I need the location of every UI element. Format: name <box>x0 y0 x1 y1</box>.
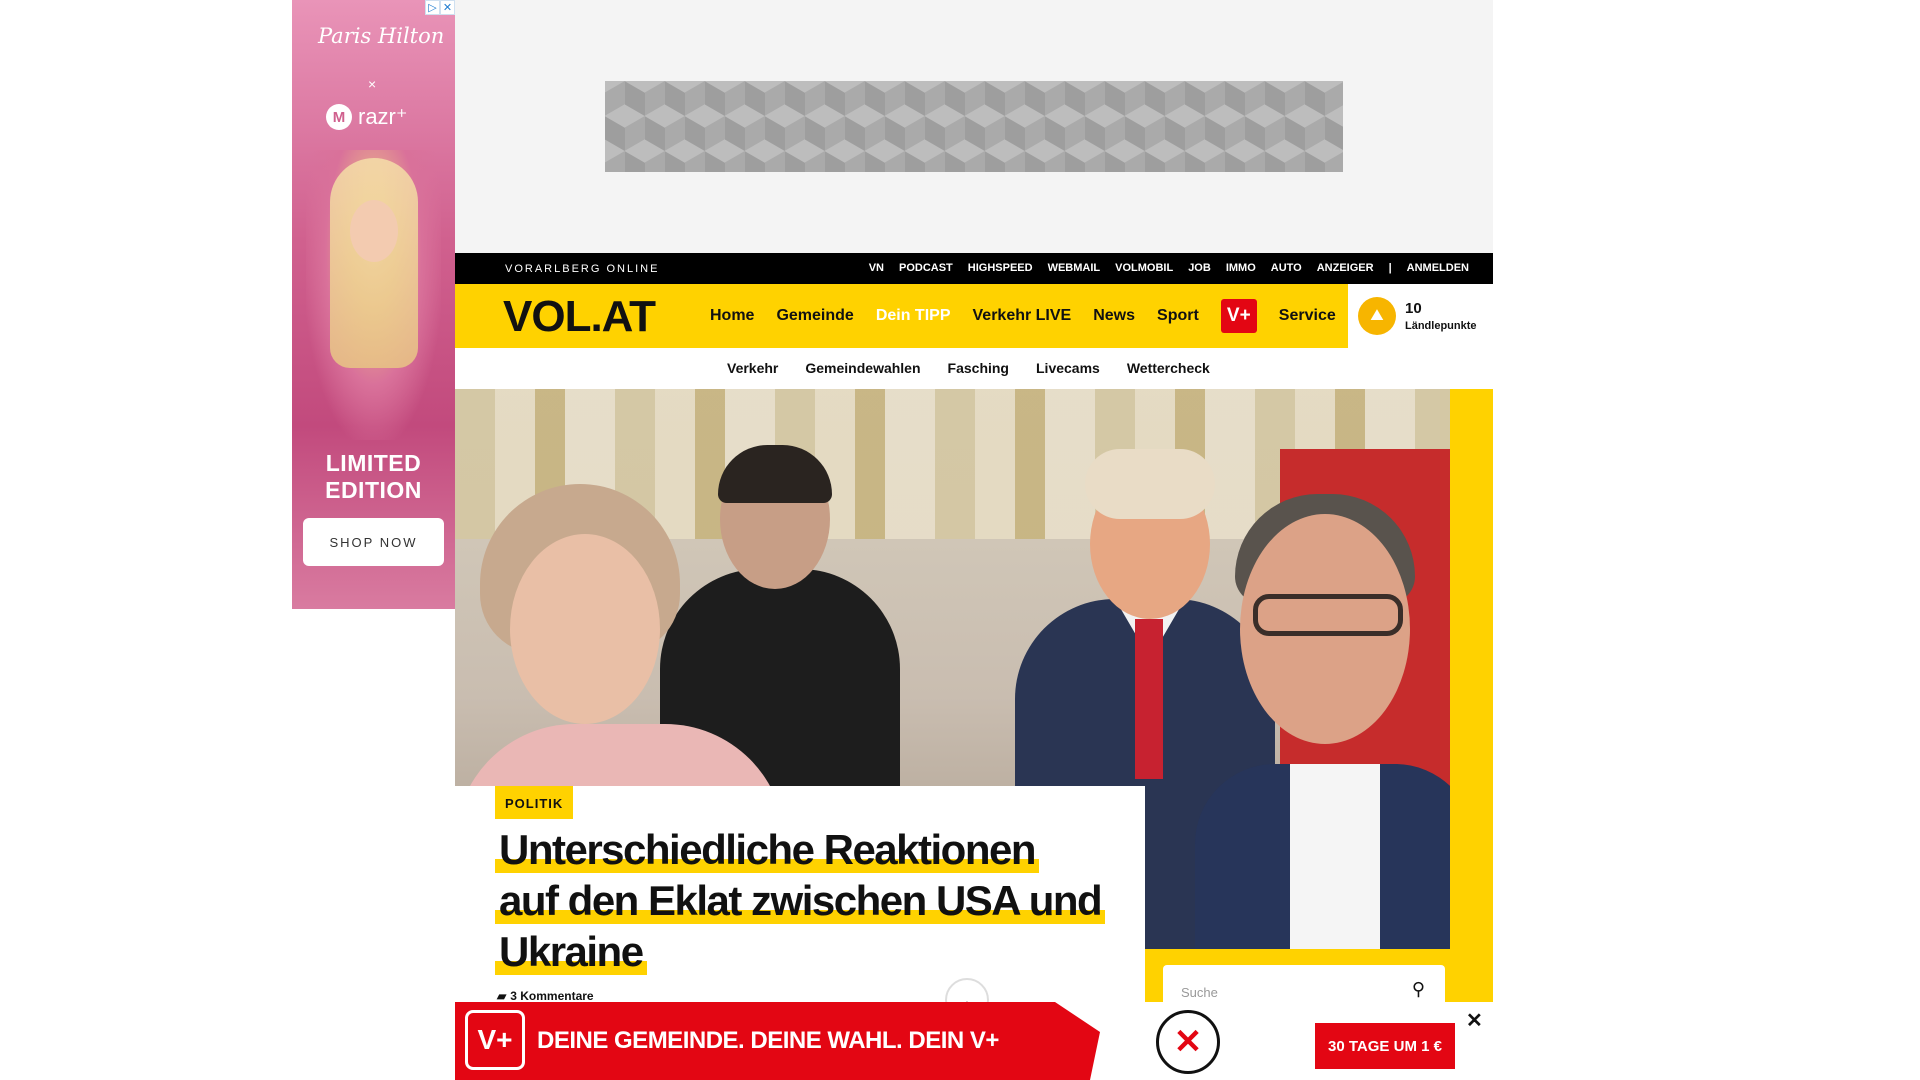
nav-items: Home Gemeinde Dein TIPP Verkehr LIVE New… <box>710 284 1336 348</box>
nav-item-sport[interactable]: Sport <box>1157 307 1199 325</box>
laendlepunkte-widget[interactable]: ⛰ 10 Ländlepunkte <box>1348 284 1493 348</box>
nav-item-dein-tipp[interactable]: Dein TIPP <box>876 307 951 325</box>
ad-cross-text: × <box>368 76 377 92</box>
sub-navigation: Verkehr Gemeindewahlen Fasching Livecams… <box>455 348 1493 389</box>
utility-link-podcast[interactable]: PODCAST <box>899 262 953 274</box>
headline-line: Ukraine <box>495 928 647 975</box>
subnav-item-livecams[interactable]: Livecams <box>1036 360 1100 376</box>
comment-icon: ▰ <box>497 989 507 1003</box>
vplus-logo: V+ <box>465 1010 525 1070</box>
adchoices-icon[interactable]: ▷ <box>425 0 440 15</box>
utility-link-auto[interactable]: AUTO <box>1271 262 1302 274</box>
utility-divider: | <box>1388 262 1392 274</box>
ad-close-icon[interactable]: ✕ <box>440 0 455 15</box>
sub-nav-items: Verkehr Gemeindewahlen Fasching Livecams… <box>727 360 1210 376</box>
ad-placeholder-pattern[interactable] <box>605 81 1343 172</box>
comments-count: 3 Kommentare <box>510 989 594 1003</box>
ad-shop-now-button[interactable]: SHOP NOW <box>303 518 444 566</box>
adchoices-icons[interactable]: ▷ ✕ <box>425 0 455 15</box>
ballot-mark: ✕ <box>1173 1023 1203 1061</box>
ad-headline-line: LIMITED <box>325 450 422 476</box>
nav-item-home[interactable]: Home <box>710 307 754 325</box>
bottom-sticky-ad[interactable]: V+ DEINE GEMEINDE. DEINE WAHL. DEIN V+ ✕… <box>455 1002 1493 1080</box>
right-accent-bar <box>1450 389 1493 949</box>
utility-link-job[interactable]: JOB <box>1188 262 1211 274</box>
search-icon[interactable]: ⚲ <box>1412 979 1425 1000</box>
hero-person-head <box>510 534 660 724</box>
bottom-ad-cta-button[interactable]: 30 TAGE UM 1 € <box>1315 1023 1455 1069</box>
ad-headline: LIMITED EDITION <box>292 450 455 504</box>
utility-link-webmail[interactable]: WEBMAIL <box>1048 262 1101 274</box>
login-link[interactable]: ANMELDEN <box>1407 262 1469 274</box>
side-advertisement[interactable]: ▷ ✕ Paris Hilton × M razr⁺ LIMITED EDITI… <box>292 0 455 609</box>
main-navigation: VOL.AT Home Gemeinde Dein TIPP Verkehr L… <box>455 284 1493 348</box>
utility-link-anzeiger[interactable]: ANZEIGER <box>1317 262 1374 274</box>
subnav-item-verkehr[interactable]: Verkehr <box>727 360 778 376</box>
headline-line: auf den Eklat zwischen USA und <box>495 877 1106 924</box>
hero-person-glasses <box>1253 594 1403 636</box>
ad-model-hair <box>330 158 418 368</box>
mountain-icon: ⛰ <box>1358 297 1396 335</box>
site-logo[interactable]: VOL.AT <box>503 292 656 342</box>
subnav-item-gemeindewahlen[interactable]: Gemeindewahlen <box>805 360 920 376</box>
vplus-button[interactable]: V+ <box>1220 299 1257 333</box>
utility-link-highspeed[interactable]: HIGHSPEED <box>968 262 1033 274</box>
close-icon[interactable]: ✕ <box>1466 1008 1483 1033</box>
subnav-item-fasching[interactable]: Fasching <box>948 360 1009 376</box>
ad-brand-logo: Paris Hilton <box>318 24 445 48</box>
nav-item-news[interactable]: News <box>1093 307 1135 325</box>
motorola-icon: M <box>326 104 352 130</box>
utility-link-vn[interactable]: VN <box>869 262 884 274</box>
subnav-item-wettercheck[interactable]: Wettercheck <box>1127 360 1210 376</box>
utility-link-volmobil[interactable]: VOLMOBIL <box>1115 262 1173 274</box>
hero-person <box>1175 494 1450 949</box>
ad-headline-line: EDITION <box>325 477 422 503</box>
nav-item-gemeinde[interactable]: Gemeinde <box>776 307 853 325</box>
category-badge[interactable]: POLITIK <box>495 786 574 819</box>
top-utility-bar: VORARLBERG ONLINE VN PODCAST HIGHSPEED W… <box>455 253 1493 284</box>
ad-model-face <box>350 200 398 262</box>
article-headline[interactable]: Unterschiedliche Reaktionen auf den Ekla… <box>495 824 1135 977</box>
hero-person-shirt <box>1290 764 1380 949</box>
points-value: 10 <box>1405 300 1422 317</box>
hero-person-tie <box>1135 619 1163 779</box>
nav-item-service[interactable]: Service <box>1279 307 1336 325</box>
top-banner-ad <box>455 0 1493 253</box>
ballot-icon: ✕ <box>1156 1010 1220 1074</box>
points-label: Ländlepunkte <box>1405 320 1477 332</box>
utility-links: VN PODCAST HIGHSPEED WEBMAIL VOLMOBIL JO… <box>869 262 1469 274</box>
ad-product-name: razr⁺ <box>358 104 408 129</box>
article-teaser[interactable]: POLITIK Unterschiedliche Reaktionen auf … <box>455 786 1145 1006</box>
site-tagline: VORARLBERG ONLINE <box>505 263 660 275</box>
headline-line: Unterschiedliche Reaktionen <box>495 826 1039 873</box>
bottom-ad-slogan: DEINE GEMEINDE. DEINE WAHL. DEIN V+ <box>537 1027 999 1054</box>
ad-product-logo: M razr⁺ <box>326 104 408 130</box>
comments-link[interactable]: ▰ 3 Kommentare <box>497 989 594 1003</box>
search-input[interactable]: Suche <box>1181 985 1218 1000</box>
utility-link-immo[interactable]: IMMO <box>1226 262 1256 274</box>
nav-item-verkehr-live[interactable]: Verkehr LIVE <box>973 307 1072 325</box>
